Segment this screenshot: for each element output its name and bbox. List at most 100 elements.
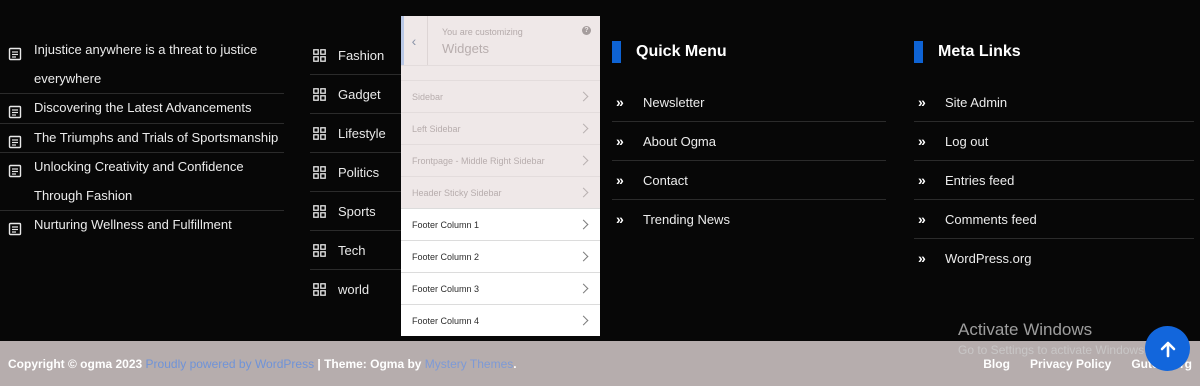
copyright-text: Copyright © ogma 2023 Proudly powered by… <box>8 357 517 371</box>
post-link[interactable]: Nurturing Wellness and Fulfillment <box>34 211 232 240</box>
category-link[interactable]: Lifestyle <box>338 126 386 141</box>
menu-link[interactable]: About Ogma <box>643 134 716 149</box>
heading-accent-bar <box>612 41 621 63</box>
menu-link[interactable]: Contact <box>643 173 688 188</box>
post-list-item[interactable]: Injustice anywhere is a threat to justic… <box>0 36 284 94</box>
menu-link-item[interactable]: » WordPress.org <box>914 239 1194 277</box>
post-list-item[interactable]: Unlocking Creativity and Confidence Thro… <box>0 153 284 211</box>
post-link[interactable]: Unlocking Creativity and Confidence Thro… <box>34 153 284 210</box>
footer-column-item[interactable]: Footer Column 1 <box>401 208 600 240</box>
footer-column-label: Footer Column 2 <box>412 251 480 262</box>
grid-icon <box>313 282 326 296</box>
footer-column-item[interactable]: Footer Column 3 <box>401 272 600 304</box>
grid-icon <box>313 165 326 179</box>
post-link[interactable]: The Triumphs and Trials of Sportsmanship <box>34 124 278 153</box>
category-item[interactable]: Gadget <box>310 75 402 114</box>
document-icon <box>8 131 22 148</box>
footer-link[interactable]: Privacy Policy <box>1030 357 1111 371</box>
menu-link[interactable]: Trending News <box>643 212 730 227</box>
recent-posts-widget: Injustice anywhere is a threat to justic… <box>0 36 284 240</box>
post-list-item[interactable]: The Triumphs and Trials of Sportsmanship <box>0 124 284 153</box>
widget-area-label: Frontpage - Middle Right Sidebar <box>412 155 545 166</box>
double-chevron-right-icon: » <box>616 211 624 227</box>
widget-area-item[interactable]: Sidebar <box>401 80 600 112</box>
double-chevron-right-icon: » <box>616 172 624 188</box>
menu-link-item[interactable]: » About Ogma <box>612 122 886 161</box>
quick-menu-heading: Quick Menu <box>612 40 886 64</box>
category-item[interactable]: Lifestyle <box>310 114 402 153</box>
post-link[interactable]: Discovering the Latest Advancements <box>34 94 252 123</box>
scroll-to-top-button[interactable] <box>1145 326 1190 371</box>
back-arrow-icon[interactable]: ‹ <box>401 16 428 65</box>
footer-column-label: Footer Column 3 <box>412 283 480 294</box>
powered-by-link[interactable]: Proudly powered by WordPress <box>146 357 315 371</box>
grid-icon <box>313 243 326 257</box>
meta-links-list: » Site Admin » Log out » Entries feed » Comment… <box>914 83 1194 277</box>
double-chevron-right-icon: » <box>918 133 926 149</box>
footer-column-label: Footer Column 4 <box>412 315 480 326</box>
chevron-right-icon <box>578 155 589 166</box>
grid-icon <box>313 87 326 101</box>
menu-link-item[interactable]: » Comments feed <box>914 200 1194 239</box>
category-link[interactable]: Gadget <box>338 87 381 102</box>
post-list-item[interactable]: Discovering the Latest Advancements <box>0 94 284 124</box>
widget-area-item[interactable]: Frontpage - Middle Right Sidebar <box>401 144 600 176</box>
category-item[interactable]: Sports <box>310 192 402 231</box>
menu-link-item[interactable]: » Trending News <box>612 200 886 238</box>
category-item[interactable]: Fashion <box>310 36 402 75</box>
category-item[interactable]: Tech <box>310 231 402 270</box>
grid-icon <box>313 48 326 62</box>
activate-windows-subtitle: Go to Settings to activate Windows. <box>958 343 1148 357</box>
quick-menu-list: » Newsletter » About Ogma » Contact » Trending … <box>612 83 886 238</box>
customizer-widgets-panel: ‹ You are customizing Widgets ? Sidebar L… <box>401 16 600 336</box>
menu-link-item[interactable]: » Contact <box>612 161 886 200</box>
menu-link-item[interactable]: » Newsletter <box>612 83 886 122</box>
footer-column-item[interactable]: Footer Column 4 <box>401 304 600 336</box>
category-link[interactable]: Fashion <box>338 48 384 63</box>
menu-link[interactable]: Site Admin <box>945 95 1007 110</box>
menu-link-item[interactable]: » Log out <box>914 122 1194 161</box>
theme-author-link[interactable]: Mystery Themes <box>425 357 513 371</box>
category-item[interactable]: world <box>310 270 402 308</box>
customizer-title: Widgets <box>442 41 489 56</box>
menu-link-item[interactable]: » Site Admin <box>914 83 1194 122</box>
double-chevron-right-icon: » <box>918 172 926 188</box>
activate-windows-title: Activate Windows <box>958 320 1093 339</box>
chevron-right-icon <box>578 219 589 230</box>
customizer-header: ‹ You are customizing Widgets ? <box>401 16 600 66</box>
menu-link-item[interactable]: » Entries feed <box>914 161 1194 200</box>
grid-icon <box>313 204 326 218</box>
menu-link[interactable]: Newsletter <box>643 95 704 110</box>
footer-link[interactable]: Blog <box>983 357 1010 371</box>
chevron-right-icon <box>578 187 589 198</box>
footer-column-item[interactable]: Footer Column 2 <box>401 240 600 272</box>
chevron-right-icon <box>578 315 589 326</box>
menu-link[interactable]: Comments feed <box>945 212 1037 227</box>
help-icon[interactable]: ? <box>582 26 591 35</box>
copyright-period: . <box>513 357 517 371</box>
widget-area-item[interactable]: Left Sidebar <box>401 112 600 144</box>
double-chevron-right-icon: » <box>918 250 926 266</box>
categories-widget: Fashion Gadget Lifestyle Politics Sports Tech… <box>310 36 402 308</box>
document-icon <box>8 160 22 178</box>
footer-column-label: Footer Column 1 <box>412 219 480 230</box>
category-link[interactable]: Politics <box>338 165 379 180</box>
menu-link[interactable]: Entries feed <box>945 173 1014 188</box>
post-list-item[interactable]: Nurturing Wellness and Fulfillment <box>0 211 284 240</box>
category-item[interactable]: Politics <box>310 153 402 192</box>
category-link[interactable]: world <box>338 282 369 297</box>
post-link[interactable]: Injustice anywhere is a threat to justic… <box>34 36 284 93</box>
customizer-spacer <box>401 66 600 80</box>
theme-label: | Theme: Ogma by <box>314 357 425 371</box>
quick-menu-title: Quick Menu <box>636 43 727 60</box>
category-link[interactable]: Tech <box>338 243 365 258</box>
category-link[interactable]: Sports <box>338 204 376 219</box>
activate-windows-watermark: Activate Windows Go to Settings to activ… <box>958 320 1147 358</box>
widget-area-item[interactable]: Header Sticky Sidebar <box>401 176 600 208</box>
double-chevron-right-icon: » <box>918 211 926 227</box>
chevron-right-icon <box>578 91 589 102</box>
menu-link[interactable]: Log out <box>945 134 988 149</box>
quick-menu-widget: Quick Menu » Newsletter » About Ogma » Contac… <box>612 40 886 238</box>
menu-link[interactable]: WordPress.org <box>945 251 1031 266</box>
double-chevron-right-icon: » <box>616 133 624 149</box>
